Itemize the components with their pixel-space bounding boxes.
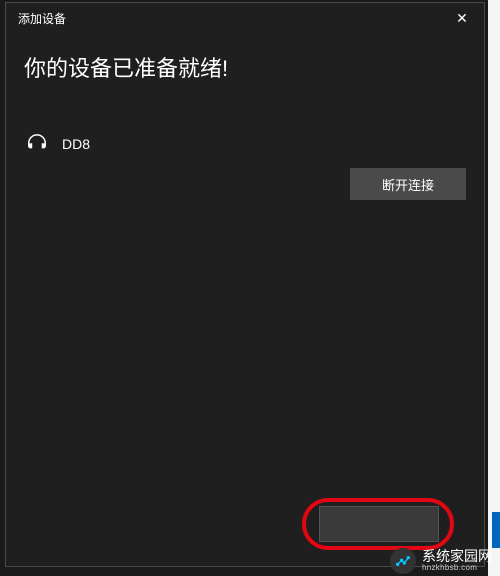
close-icon: ✕: [456, 10, 468, 27]
done-button[interactable]: [319, 506, 439, 542]
watermark: 系统家园网 hnzkhbsb.com: [390, 548, 492, 574]
blue-accent-sliver: [492, 512, 500, 548]
background-edge: [488, 0, 500, 576]
add-device-dialog: 添加设备 ✕ 你的设备已准备就绪! DD8 断开连接: [5, 2, 485, 567]
dialog-titlebar: 添加设备 ✕: [6, 3, 484, 33]
ready-heading: 你的设备已准备就绪!: [24, 51, 466, 83]
headphone-icon: [26, 133, 48, 155]
close-button[interactable]: ✕: [448, 4, 476, 32]
watermark-sub: hnzkhbsb.com: [422, 564, 492, 573]
disconnect-button[interactable]: 断开连接: [350, 168, 466, 200]
watermark-main: 系统家园网: [422, 549, 492, 564]
watermark-text: 系统家园网 hnzkhbsb.com: [422, 549, 492, 573]
device-item[interactable]: DD8: [24, 133, 466, 155]
dialog-title: 添加设备: [18, 10, 66, 27]
device-name: DD8: [62, 136, 90, 152]
watermark-logo-icon: [390, 548, 416, 574]
